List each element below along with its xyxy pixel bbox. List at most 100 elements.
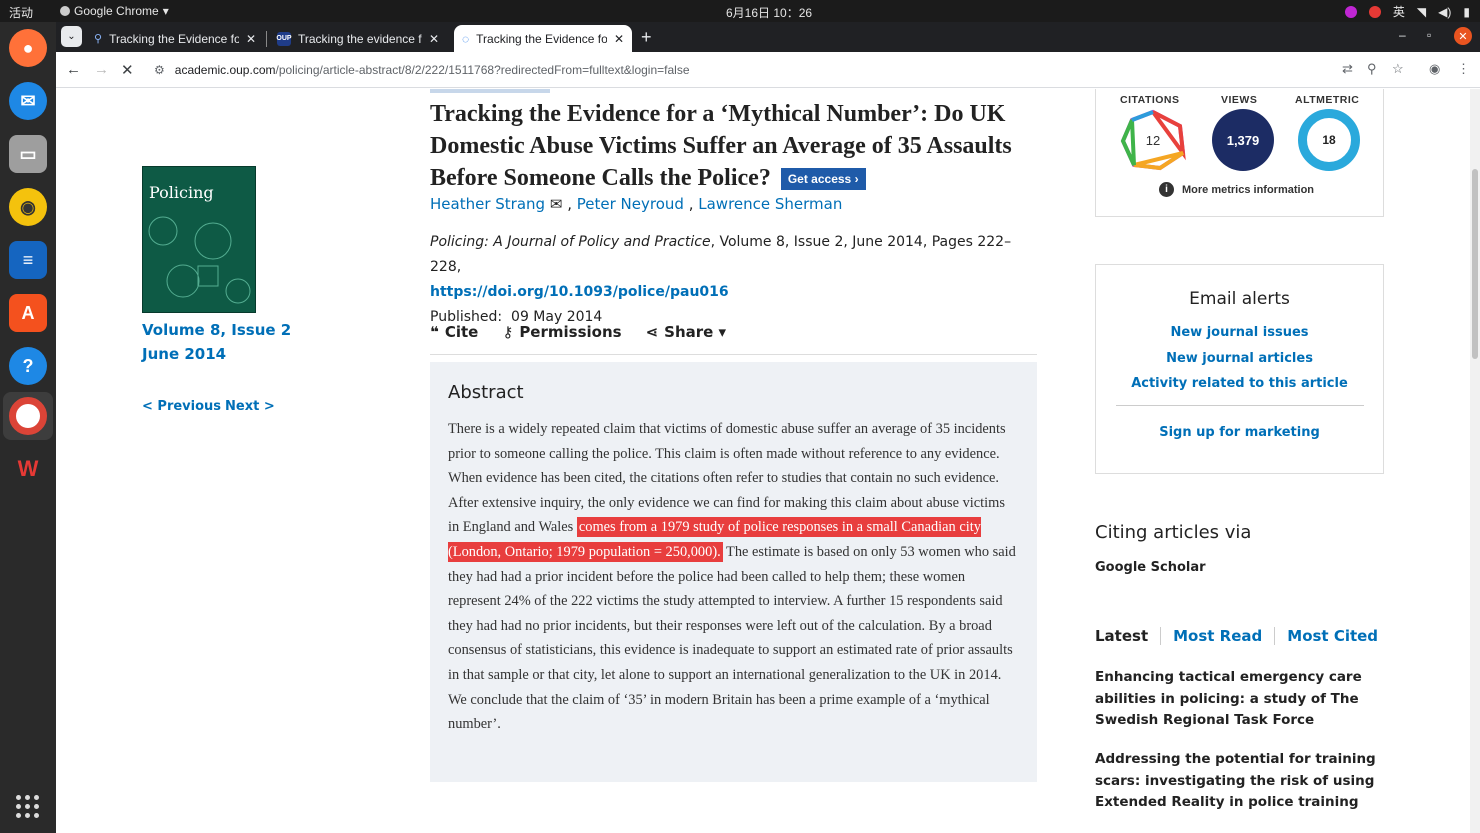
menu-icon[interactable]: ⋮: [1457, 61, 1470, 77]
scrollbar-thumb[interactable]: [1472, 169, 1478, 359]
tab-2[interactable]: OUP Tracking the evidence fo ✕: [269, 25, 447, 52]
profile-icon[interactable]: ◉: [1429, 61, 1440, 77]
loading-icon: ◌: [462, 31, 470, 46]
email-alerts-box: Email alerts New journal issues New jour…: [1095, 264, 1384, 474]
cite-button[interactable]: ❝ Cite: [430, 323, 478, 354]
files-icon[interactable]: ▭: [9, 135, 47, 173]
article-actions: ❝ Cite ⚷ Permissions ⋖ Share ▾: [430, 323, 1037, 355]
abstract-text[interactable]: There is a widely repeated claim that vi…: [448, 417, 1019, 737]
url-text[interactable]: academic.oup.com/policing/article-abstra…: [175, 63, 690, 77]
wifi-icon[interactable]: ◥: [1417, 5, 1426, 19]
volume-icon[interactable]: ◀): [1438, 5, 1451, 19]
get-access-button[interactable]: Get access ›: [780, 168, 866, 191]
issue-link[interactable]: Volume 8, Issue 2: [142, 321, 291, 339]
clock[interactable]: 6月16日 10：26: [726, 4, 812, 21]
views-count: 1,379: [1226, 132, 1260, 148]
show-apps-icon[interactable]: [16, 795, 40, 819]
metrics-box: CITATIONS VIEWS ALTMETRIC 12 1,379 18 iM…: [1095, 89, 1384, 217]
share-button[interactable]: ⋖ Share ▾: [646, 323, 727, 354]
zoom-icon[interactable]: ⚲: [1367, 61, 1377, 77]
stop-loading-icon[interactable]: ✕: [121, 61, 134, 79]
input-method[interactable]: 英: [1393, 3, 1405, 20]
views-badge[interactable]: 1,379: [1212, 109, 1274, 171]
citations-count: 12: [1146, 133, 1160, 148]
app-indicator-icon[interactable]: [1344, 5, 1357, 18]
journal-cover[interactable]: Policing: [142, 166, 256, 313]
close-icon[interactable]: ✕: [614, 32, 624, 46]
wps-icon[interactable]: W: [9, 450, 47, 488]
permissions-button[interactable]: ⚷ Permissions: [502, 323, 621, 354]
alert-new-articles-link[interactable]: New journal articles: [1096, 351, 1383, 366]
issue-date-link[interactable]: June 2014: [142, 345, 226, 363]
get-access-label: Get access: [787, 172, 852, 187]
oup-favicon-icon: OUP: [276, 31, 292, 46]
cover-title: Policing: [149, 183, 214, 202]
site-info-icon[interactable]: ⚙: [154, 63, 165, 77]
citations-badge-icon[interactable]: 12: [1120, 109, 1186, 171]
tab-strip: ⌄ ⚲ Tracking the Evidence fo ✕ OUP Track…: [56, 22, 1480, 52]
new-tab-button[interactable]: +: [641, 27, 652, 48]
battery-icon[interactable]: ▮: [1463, 5, 1470, 19]
altmetric-badge[interactable]: 18: [1298, 109, 1360, 171]
address-bar[interactable]: ⚙ academic.oup.com/policing/article-abst…: [144, 56, 1414, 84]
more-metrics-link[interactable]: i More metrics information: [1159, 182, 1314, 197]
tab-1[interactable]: ⚲ Tracking the Evidence fo ✕: [86, 25, 264, 52]
chevron-right-icon: ›: [854, 172, 859, 187]
share-label: Share ▾: [664, 323, 727, 341]
maximize-icon[interactable]: ▫: [1427, 28, 1431, 42]
close-icon[interactable]: ✕: [429, 32, 439, 46]
tab-latest[interactable]: Latest: [1095, 627, 1160, 645]
thunderbird-icon[interactable]: ✉: [9, 82, 47, 120]
next-link[interactable]: Next >: [225, 399, 275, 414]
doi-link[interactable]: https://doi.org/10.1093/police/pau016: [430, 284, 729, 300]
article-title: Tracking the Evidence for a ‘Mythical Nu…: [430, 98, 1030, 194]
tab-most-cited[interactable]: Most Cited: [1274, 627, 1390, 645]
alert-new-issues-link[interactable]: New journal issues: [1096, 325, 1383, 340]
firefox-icon[interactable]: ●: [9, 29, 47, 67]
abstract-heading: Abstract: [448, 382, 524, 403]
tab-3-active[interactable]: ◌ Tracking the Evidence fo ✕: [454, 25, 632, 52]
rhythmbox-icon[interactable]: ◉: [9, 188, 47, 226]
status-indicator-icon[interactable]: [1368, 5, 1381, 18]
latest-article-link[interactable]: Addressing the potential for training sc…: [1095, 749, 1387, 814]
tab-separator: [266, 31, 267, 47]
chrome-dock-icon[interactable]: [9, 397, 47, 435]
app-menu[interactable]: Google Chrome ▾: [60, 4, 169, 18]
forward-icon[interactable]: →: [94, 61, 109, 78]
activities-button[interactable]: 活动: [9, 4, 33, 21]
cite-label: Cite: [444, 323, 479, 341]
previous-link[interactable]: < Previous: [142, 399, 221, 414]
writer-icon[interactable]: ≡: [9, 241, 47, 279]
email-icon[interactable]: ✉: [550, 195, 563, 213]
help-icon[interactable]: ?: [9, 347, 47, 385]
quote-icon: ❝: [430, 323, 439, 341]
citing-articles-heading: Citing articles via: [1095, 522, 1252, 543]
author-link[interactable]: Lawrence Sherman: [698, 195, 842, 213]
search-icon: ⚲: [94, 33, 103, 45]
translate-icon[interactable]: ⇄: [1342, 61, 1353, 77]
author-separator: ,: [688, 195, 694, 213]
google-scholar-link[interactable]: Google Scholar: [1095, 560, 1206, 575]
author-link[interactable]: Peter Neyroud: [577, 195, 684, 213]
alert-activity-link[interactable]: Activity related to this article: [1096, 376, 1383, 391]
back-icon[interactable]: ←: [66, 61, 81, 78]
bookmark-star-icon[interactable]: ☆: [1392, 61, 1404, 77]
minimize-icon[interactable]: –: [1399, 28, 1406, 42]
tab-most-read[interactable]: Most Read: [1160, 627, 1274, 645]
page-scrollbar[interactable]: [1470, 89, 1480, 833]
article-type-badge: [430, 89, 550, 93]
close-icon[interactable]: ✕: [246, 32, 256, 46]
cover-pattern: [148, 216, 251, 304]
page-content: Policing Volume 8, Issue 2 June 2014 < P…: [56, 89, 1470, 833]
system-tray[interactable]: 英 ◥ ◀) ▮: [1344, 3, 1470, 20]
latest-article-link[interactable]: Enhancing tactical emergency care abilit…: [1095, 667, 1387, 732]
issue-line2: June 2014: [142, 345, 227, 363]
app-center-icon[interactable]: A: [9, 294, 47, 332]
window-close-icon[interactable]: ✕: [1454, 27, 1472, 45]
journal-title: Policing: A Journal of Policy and Practi…: [430, 234, 711, 250]
tab-search-button[interactable]: ⌄: [61, 26, 82, 47]
url-host: academic.oup.com: [174, 63, 276, 77]
marketing-signup-link[interactable]: Sign up for marketing: [1096, 425, 1383, 440]
dock: ● ✉ ▭ ◉ ≡ A ? W: [0, 22, 56, 833]
author-link[interactable]: Heather Strang: [430, 195, 545, 213]
